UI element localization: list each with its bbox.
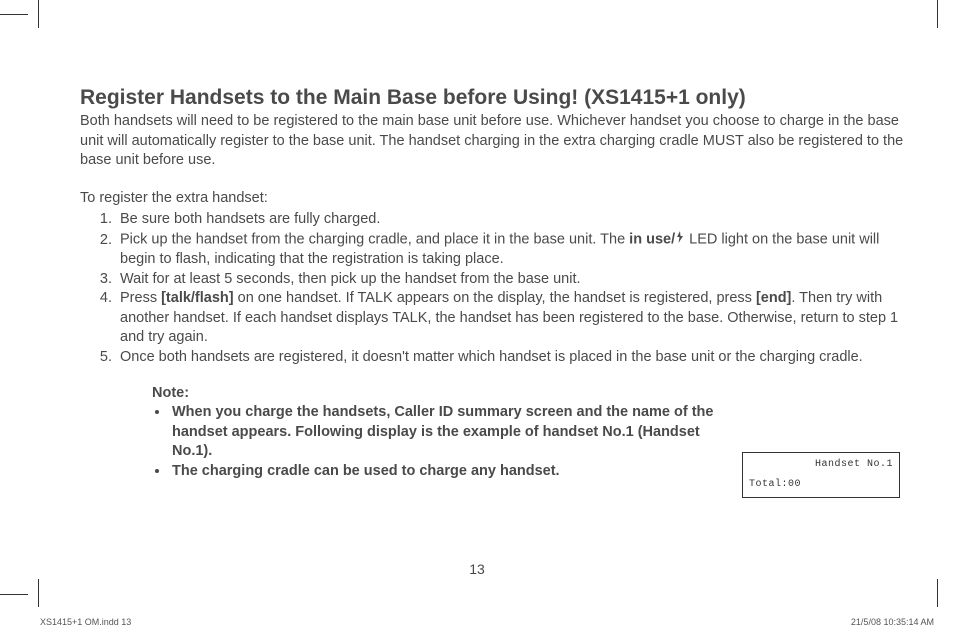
note-block: Note: When you charge the handsets, Call… xyxy=(152,384,732,482)
page-content: Register Handsets to the Main Base befor… xyxy=(80,85,906,575)
subheading: To register the extra handset: xyxy=(80,189,906,209)
lcd-line-2: Total:00 xyxy=(749,479,801,490)
note-label: Note: xyxy=(152,384,732,404)
step-4-bold-2: [end] xyxy=(756,290,791,306)
intro-paragraph: Both handsets will need to be registered… xyxy=(80,112,906,171)
step-4-text-a: Press xyxy=(120,290,161,306)
step-4-bold-1: [talk/flash] xyxy=(161,290,234,306)
step-5: Once both handsets are registered, it do… xyxy=(116,348,906,368)
heading: Register Handsets to the Main Base befor… xyxy=(80,85,906,110)
step-4: Press [talk/flash] on one handset. If TA… xyxy=(116,289,906,348)
step-2: Pick up the handset from the charging cr… xyxy=(116,230,906,270)
page-number: 13 xyxy=(0,561,954,577)
step-4-text-b: on one handset. If TALK appears on the d… xyxy=(234,290,756,306)
footer-right: 21/5/08 10:35:14 AM xyxy=(851,617,934,627)
step-3: Wait for at least 5 seconds, then pick u… xyxy=(116,270,906,290)
step-2-bold: in use/ xyxy=(629,232,675,248)
step-1: Be sure both handsets are fully charged. xyxy=(116,210,906,230)
note-item-2: The charging cradle can be used to charg… xyxy=(170,462,732,482)
lightning-icon xyxy=(675,230,685,250)
steps-list: Be sure both handsets are fully charged.… xyxy=(80,210,906,367)
footer: XS1415+1 OM.indd 13 21/5/08 10:35:14 AM xyxy=(40,617,934,627)
step-2-text-a: Pick up the handset from the charging cr… xyxy=(120,232,629,248)
footer-left: XS1415+1 OM.indd 13 xyxy=(40,617,131,627)
lcd-line-1: Handset No.1 xyxy=(815,459,893,470)
lcd-display: Handset No.1 Total:00 xyxy=(742,452,900,498)
note-item-1: When you charge the handsets, Caller ID … xyxy=(170,403,732,462)
